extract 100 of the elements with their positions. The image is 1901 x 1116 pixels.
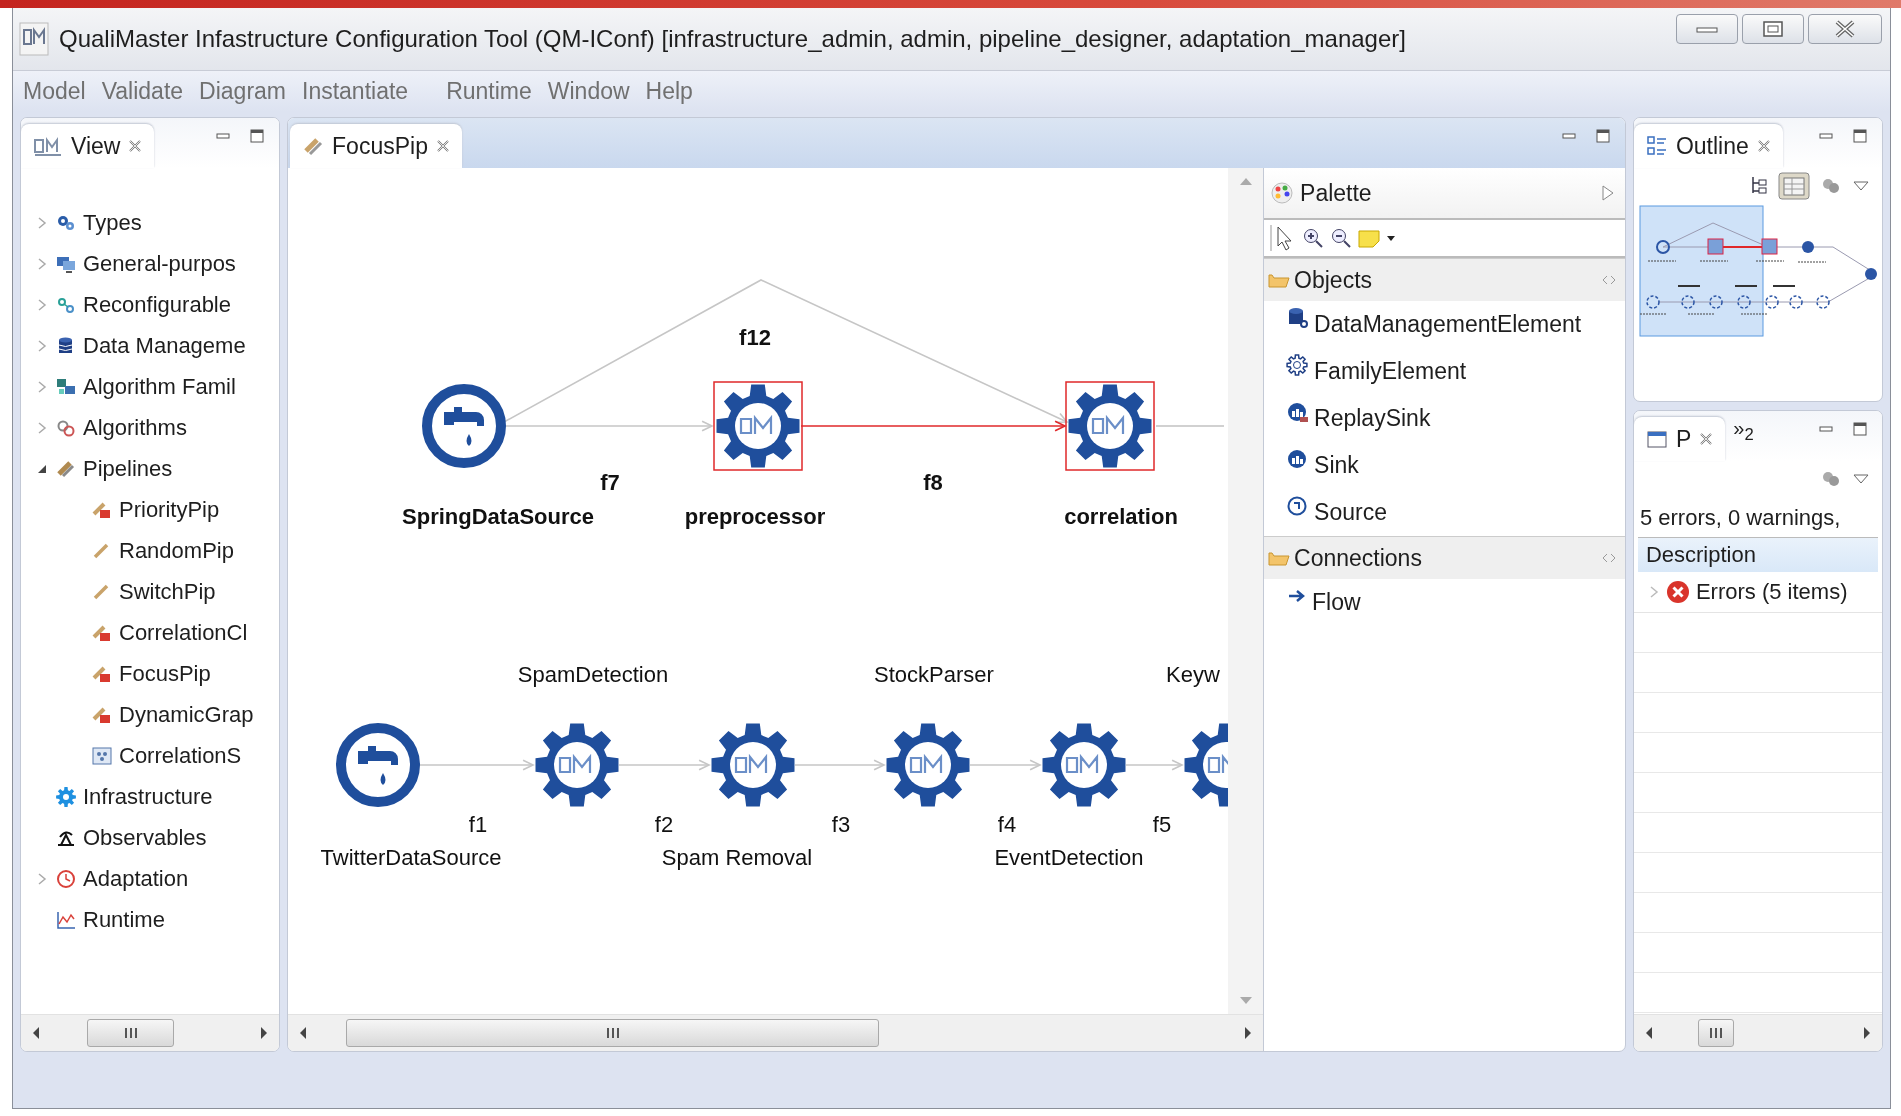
palette-item[interactable]: Flow bbox=[1264, 579, 1625, 626]
menu-item[interactable]: Help bbox=[645, 77, 693, 105]
node-label: preprocessor bbox=[684, 503, 826, 529]
minimize-button[interactable] bbox=[1676, 14, 1738, 44]
tree-item[interactable]: PriorityPip bbox=[119, 496, 220, 523]
tree-item[interactable]: Infrastructure bbox=[83, 783, 213, 810]
tree-item[interactable]: Errors (5 items) bbox=[1695, 579, 1848, 605]
scroll-left-icon bbox=[298, 1026, 309, 1040]
tree-item[interactable]: Data Manageme bbox=[83, 332, 246, 359]
note-icon bbox=[1358, 228, 1381, 248]
node-label: Spam Removal bbox=[661, 844, 813, 870]
gear-icon[interactable] bbox=[713, 381, 803, 471]
flow-label: f3 bbox=[831, 811, 851, 837]
horizontal-scrollbar[interactable] bbox=[21, 1014, 280, 1051]
tree-view-icon bbox=[1750, 175, 1768, 197]
palette-item[interactable]: Source bbox=[1264, 489, 1625, 536]
scroll-right-icon bbox=[1243, 1026, 1254, 1040]
sink-icon bbox=[1286, 401, 1311, 425]
tree-item[interactable]: General-purpos bbox=[83, 250, 236, 277]
close-icon bbox=[435, 139, 450, 153]
gear-icon[interactable] bbox=[711, 723, 795, 807]
tree-item[interactable]: Runtime bbox=[83, 906, 165, 933]
tree-item[interactable]: Algorithms bbox=[83, 414, 187, 441]
tree-item[interactable]: Reconfigurable bbox=[83, 291, 231, 318]
menu-item[interactable]: Model bbox=[23, 77, 86, 105]
tree-item[interactable]: Adaptation bbox=[83, 865, 189, 892]
tree-item[interactable]: CorrelationCl bbox=[119, 619, 248, 646]
gear-icon bbox=[55, 785, 77, 808]
close-icon bbox=[1756, 139, 1771, 153]
maximize-button[interactable] bbox=[1742, 14, 1804, 44]
tap-icon[interactable] bbox=[336, 723, 421, 807]
gear-icon[interactable] bbox=[1042, 723, 1126, 807]
tree-item[interactable]: CorrelationS bbox=[119, 742, 242, 769]
flow-arrow[interactable] bbox=[800, 420, 1067, 432]
palette-drawer[interactable]: Connections bbox=[1264, 536, 1625, 579]
flow-label: f12 bbox=[739, 324, 771, 350]
flow-arrow[interactable] bbox=[503, 279, 1069, 423]
tree-item[interactable]: FocusPip bbox=[119, 660, 211, 687]
gear-icon[interactable] bbox=[1065, 381, 1155, 471]
scrollbar-thumb[interactable] bbox=[346, 1019, 880, 1047]
dropdown-icon bbox=[1386, 234, 1397, 242]
node-label: SpamDetection bbox=[517, 661, 669, 687]
palette-item[interactable]: DataManagementElement bbox=[1264, 301, 1625, 348]
scrollbar-thumb[interactable] bbox=[1697, 1019, 1734, 1047]
gear-icon[interactable] bbox=[886, 723, 970, 807]
dropdown-icon bbox=[1852, 472, 1870, 486]
palette-item[interactable]: ReplaySink bbox=[1264, 395, 1625, 442]
node-label: correlation bbox=[1064, 503, 1178, 529]
tree-item[interactable]: Observables bbox=[83, 824, 207, 851]
tree-item[interactable]: Types bbox=[83, 209, 142, 236]
palette-drawer[interactable]: Objects bbox=[1264, 258, 1625, 301]
filter-icon bbox=[1820, 469, 1842, 489]
maximize-icon bbox=[1852, 128, 1868, 144]
close-button[interactable] bbox=[1808, 14, 1882, 44]
palette-item[interactable]: Sink bbox=[1264, 442, 1625, 489]
menu-item[interactable]: Diagram bbox=[199, 77, 286, 105]
scroll-left-icon bbox=[31, 1026, 41, 1040]
minimize-icon bbox=[1696, 24, 1718, 34]
node-label: SpringDataSource bbox=[402, 503, 594, 529]
tree-item[interactable]: Algorithm Famil bbox=[83, 373, 236, 400]
flow-label: f1 bbox=[468, 811, 488, 837]
column-header[interactable]: Description bbox=[1637, 537, 1878, 572]
editor-tab[interactable]: FocusPip bbox=[290, 124, 462, 168]
outline-tab[interactable]: Outline bbox=[1633, 124, 1783, 168]
flow-label: f5 bbox=[1152, 811, 1172, 837]
close-icon bbox=[1699, 432, 1714, 446]
problems-tab[interactable]: P bbox=[1633, 417, 1726, 461]
palette-item[interactable]: FamilyElement bbox=[1264, 348, 1625, 395]
menu-item[interactable]: Runtime bbox=[446, 77, 532, 105]
tap-icon[interactable] bbox=[422, 384, 507, 468]
window-title: QualiMaster Infastructure Configuration Tool (QM-IConf) [infrastructure_admin, admin, pipeline_designer, adaptation_manager] bbox=[59, 25, 1407, 53]
close-icon bbox=[128, 139, 143, 153]
gear-icon[interactable] bbox=[535, 723, 619, 807]
pipe-icon bbox=[302, 135, 325, 157]
maximize-icon bbox=[249, 128, 266, 144]
palette-icon bbox=[1270, 181, 1295, 205]
tree-item[interactable]: DynamicGrap bbox=[119, 701, 254, 728]
scroll-right-icon bbox=[1862, 1026, 1872, 1040]
tree-item[interactable]: SwitchPip bbox=[119, 578, 216, 605]
tree-item[interactable]: Pipelines bbox=[83, 455, 173, 482]
menu-item[interactable]: Validate bbox=[101, 77, 184, 105]
flow-label: f7 bbox=[600, 469, 620, 495]
collapse-palette-icon bbox=[1600, 184, 1615, 202]
menu-item[interactable]: Instantiate bbox=[302, 77, 409, 105]
vertical-scrollbar[interactable] bbox=[1228, 168, 1264, 1014]
tree-item[interactable]: RandomPip bbox=[119, 537, 234, 564]
node-label: TwitterDataSource bbox=[320, 844, 502, 870]
node-label: Keyw bbox=[1166, 661, 1220, 687]
horizontal-scrollbar[interactable] bbox=[1633, 1014, 1882, 1051]
scrollbar-thumb[interactable] bbox=[87, 1019, 174, 1047]
clock-icon bbox=[55, 867, 77, 890]
outline-icon bbox=[1645, 135, 1668, 157]
menu-item[interactable]: Window bbox=[547, 77, 630, 105]
flow-label: f2 bbox=[654, 811, 674, 837]
overview-icon bbox=[1778, 172, 1810, 200]
scroll-down-icon bbox=[1238, 996, 1253, 1006]
scroll-right-icon bbox=[259, 1026, 270, 1040]
horizontal-scrollbar[interactable] bbox=[288, 1014, 1264, 1051]
view-tab[interactable]: View bbox=[21, 124, 155, 168]
overflow-tabs[interactable]: »$_{2}$ bbox=[1733, 417, 1754, 445]
